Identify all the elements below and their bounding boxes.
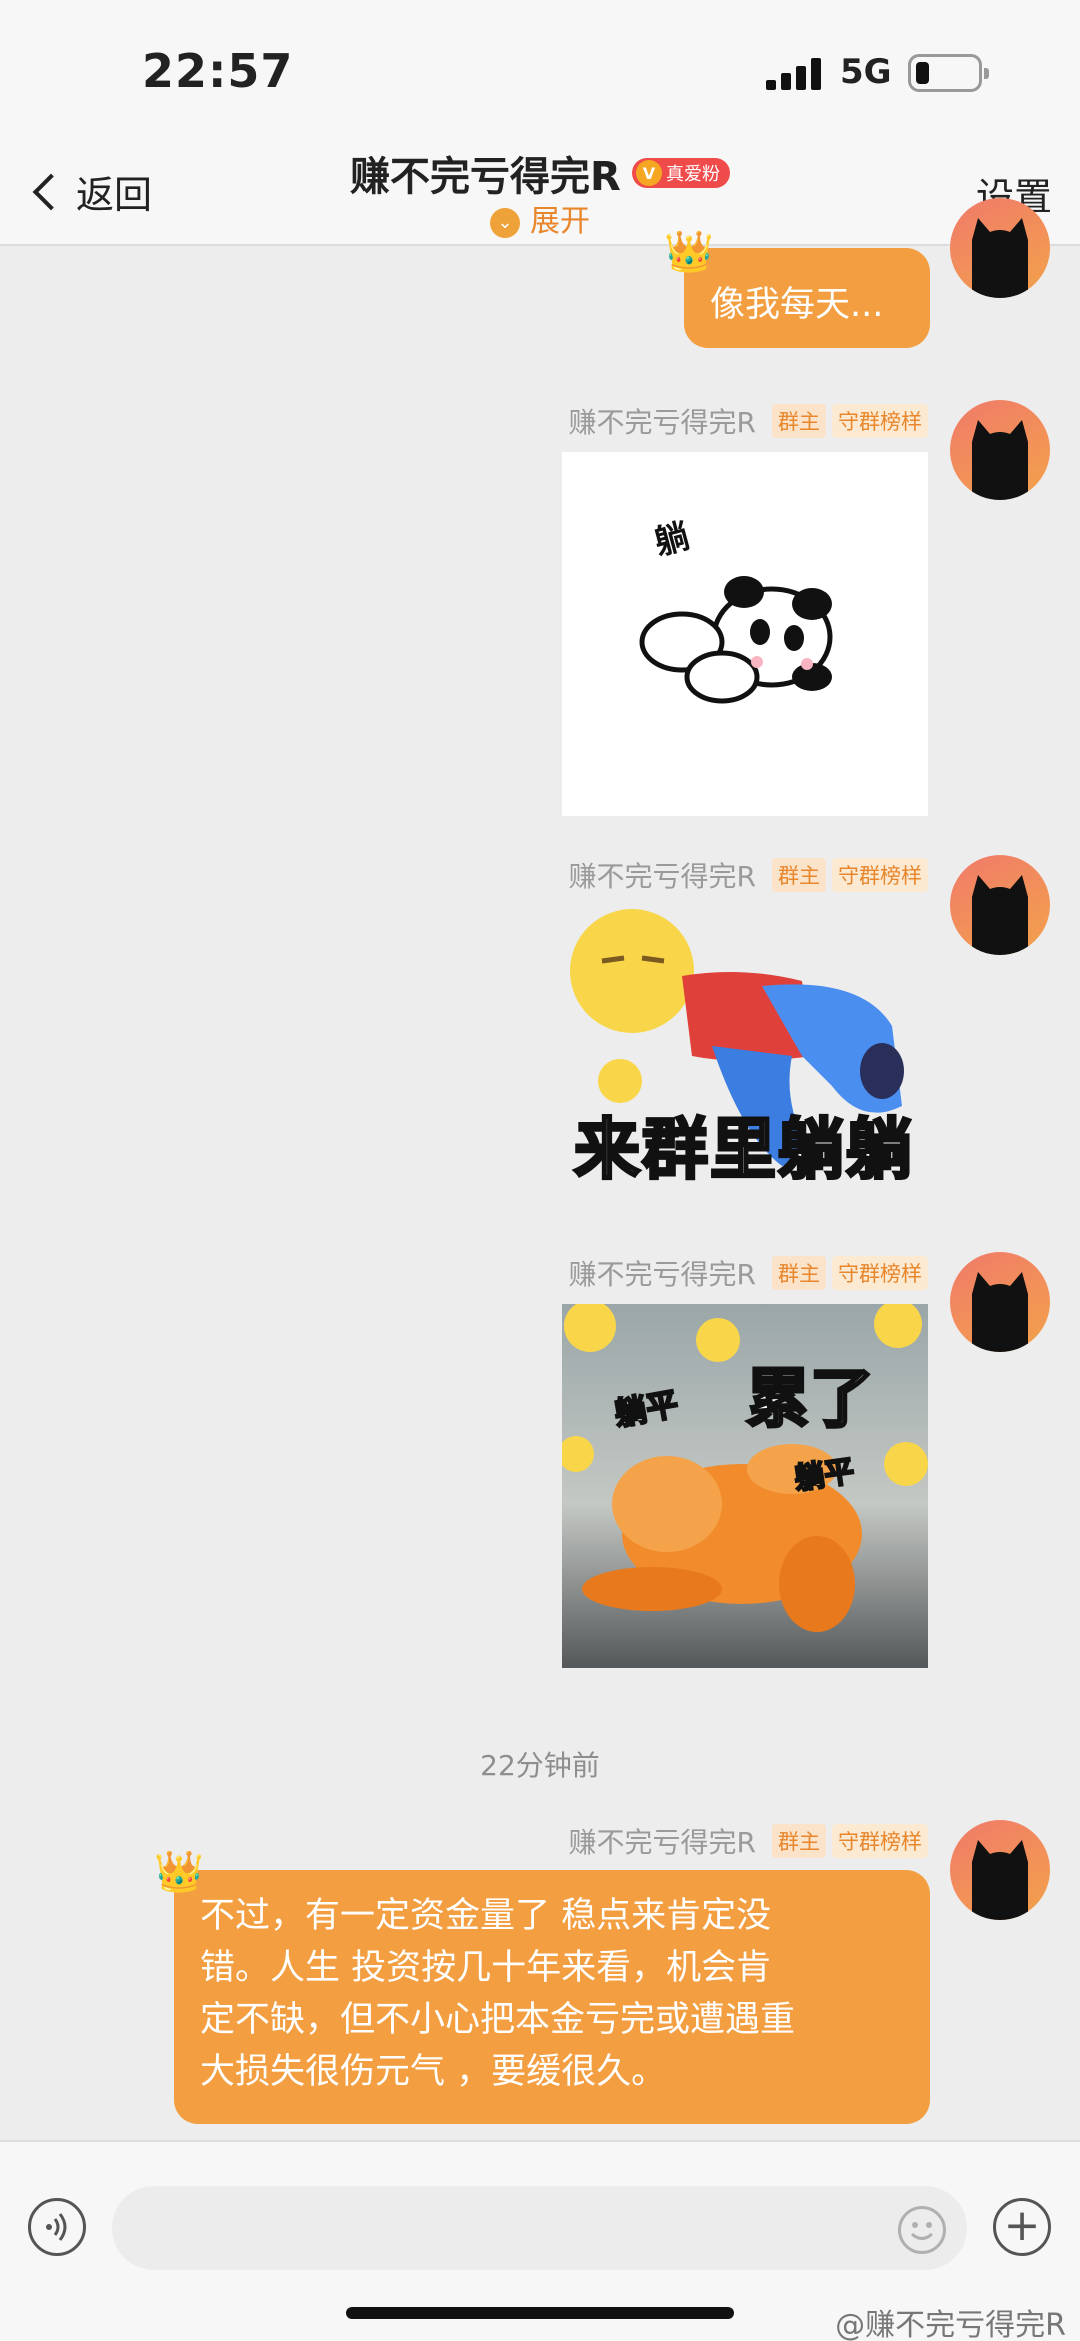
crown-icon: 👑: [154, 1849, 204, 1895]
status-bar: 22:57 5G: [0, 0, 1080, 140]
sender-row: 赚不完亏得完R 群主 守群榜样: [568, 858, 928, 893]
owner-tag: 群主: [772, 404, 826, 438]
guard-tag: 守群榜样: [832, 858, 928, 892]
avatar[interactable]: [950, 1252, 1050, 1352]
guard-tag: 守群榜样: [832, 1824, 928, 1858]
fan-badge: V 真爱粉: [631, 158, 730, 188]
message-line: 大损失很伤元气 ，要缓很久。: [200, 2052, 667, 2092]
network-label: 5G: [840, 52, 892, 92]
owner-tag: 群主: [772, 858, 826, 892]
sticker-image[interactable]: 来群里躺躺: [562, 906, 932, 1196]
watermark: @赚不完亏得完R: [835, 2308, 1066, 2341]
message-text: 像我每天...: [710, 285, 884, 325]
sender-row: 赚不完亏得完R 群主 守群榜样: [568, 1824, 928, 1859]
crown-icon: 👑: [664, 229, 714, 275]
message-bubble[interactable]: 不过，有一定资金量了 稳点来肯定没 错。人生 投资按几十年来看，机会肯 定不缺，…: [174, 1870, 930, 2124]
avatar[interactable]: [950, 198, 1050, 298]
sender-row: 赚不完亏得完R 群主 守群榜样: [568, 1256, 928, 1291]
emoji-button[interactable]: [898, 2206, 946, 2254]
status-time: 22:57: [142, 44, 294, 98]
guard-tag: 守群榜样: [832, 404, 928, 438]
smile-icon: [910, 2222, 934, 2240]
message-line: 不过，有一定资金量了 稳点来肯定没: [200, 1896, 772, 1936]
avatar[interactable]: [950, 1820, 1050, 1920]
message-line: 错。人生 投资按几十年来看，机会肯: [200, 1948, 772, 1988]
message-input[interactable]: [112, 2186, 967, 2270]
owner-tag: 群主: [772, 1256, 826, 1290]
sticker-text: 来群里躺躺: [573, 1110, 914, 1190]
sender-name: 赚不完亏得完R: [568, 406, 756, 439]
add-button[interactable]: +: [993, 2198, 1051, 2256]
sender-name: 赚不完亏得完R: [568, 1826, 756, 1859]
sender-name: 赚不完亏得完R: [568, 860, 756, 893]
fan-badge-label: 真爱粉: [665, 164, 720, 185]
chat-title: 赚不完亏得完R: [350, 154, 621, 200]
avatar[interactable]: [950, 400, 1050, 500]
guard-tag: 守群榜样: [832, 1256, 928, 1290]
sticker-text: 躺平: [791, 1453, 857, 1498]
sticker-image[interactable]: 躺: [562, 452, 928, 816]
expand-button[interactable]: ⌄ 展开: [0, 196, 1080, 240]
voice-icon: [46, 2213, 67, 2241]
message-line: 定不缺，但不小心把本金亏完或遭遇重: [200, 2000, 796, 2040]
owner-tag: 群主: [772, 1824, 826, 1858]
fan-v-icon: V: [635, 160, 662, 186]
chat-header: 返回 赚不完亏得完R V 真爱粉 ⌄ 展开 设置: [0, 140, 1080, 246]
signal-icon: [766, 58, 822, 90]
home-indicator[interactable]: [346, 2307, 734, 2319]
sender-name: 赚不完亏得完R: [568, 1258, 756, 1291]
expand-label: 展开: [530, 204, 590, 239]
battery-icon: [908, 54, 989, 92]
sticker-image[interactable]: 躺平 累了 躺平: [562, 1304, 928, 1668]
voice-input-button[interactable]: [28, 2198, 86, 2256]
chevron-down-icon: ⌄: [490, 207, 520, 238]
plus-icon: +: [1003, 2200, 1041, 2251]
avatar[interactable]: [950, 855, 1050, 955]
message-timestamp: 22分钟前: [480, 1749, 600, 1782]
message-bubble[interactable]: 像我每天...: [684, 248, 930, 348]
title-row: 赚不完亏得完R V 真爱粉: [0, 140, 1080, 202]
sender-row: 赚不完亏得完R 群主 守群榜样: [568, 404, 928, 439]
sticker-text: 累了: [745, 1362, 876, 1439]
